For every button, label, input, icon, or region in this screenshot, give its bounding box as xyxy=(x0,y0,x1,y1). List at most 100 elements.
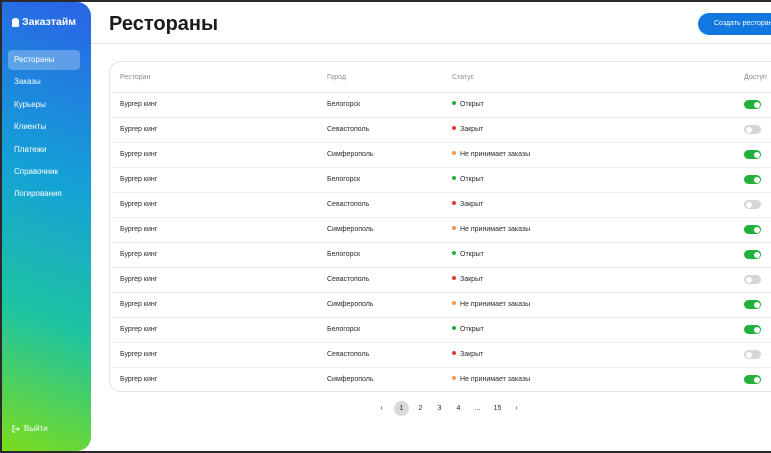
logo: Заказтайм xyxy=(12,15,76,29)
restaurant-name: Бургер кинг xyxy=(120,301,158,308)
sidebar-item-clients[interactable]: Клиенты xyxy=(8,117,80,137)
status-dot xyxy=(452,376,456,381)
restaurant-name: Бургер кинг xyxy=(120,251,158,258)
city-name: Севастополь xyxy=(327,126,370,133)
availability-toggle[interactable] xyxy=(744,100,761,109)
status-label: Закрыт xyxy=(460,126,484,133)
sidebar-nav: Рестораны Заказы Курьеры Клиенты Платежи… xyxy=(8,50,80,207)
sidebar-item-restaurants[interactable]: Рестораны xyxy=(8,50,80,70)
availability-toggle[interactable] xyxy=(744,225,761,234)
sidebar-item-payments[interactable]: Платежи xyxy=(8,140,80,160)
sidebar: Заказтайм Рестораны Заказы Курьеры Клиен… xyxy=(2,2,91,451)
restaurant-name: Бургер кинг xyxy=(120,151,158,158)
table-row[interactable]: Бургер кинг Белогорск Открыт xyxy=(110,242,771,267)
sidebar-item-reference[interactable]: Справочник xyxy=(8,162,80,182)
status-label: Не принимает заказы xyxy=(460,151,531,158)
availability-toggle[interactable] xyxy=(744,300,761,309)
city-name: Белогорск xyxy=(327,326,361,333)
create-restaurant-button[interactable]: Создать ресторан xyxy=(698,13,771,35)
restaurant-name: Бургер кинг xyxy=(120,351,158,358)
availability-toggle[interactable] xyxy=(744,275,761,284)
toggle-knob xyxy=(753,226,760,233)
restaurant-name: Бургер кинг xyxy=(120,201,158,208)
toggle-knob xyxy=(753,151,760,158)
city-name: Белогорск xyxy=(327,251,361,258)
status-cell: Не принимает заказы xyxy=(452,151,530,158)
table-row[interactable]: Бургер кинг Белогорск Открыт xyxy=(110,317,771,342)
status-label: Открыт xyxy=(460,251,484,258)
availability-toggle[interactable] xyxy=(744,125,761,134)
city-name: Симферополь xyxy=(327,151,374,158)
column-header-restaurant: Ресторан xyxy=(120,74,151,81)
status-dot xyxy=(452,126,456,131)
city-name: Белогорск xyxy=(327,101,361,108)
status-dot xyxy=(452,101,456,106)
table-row[interactable]: Бургер кинг Белогорск Открыт xyxy=(110,167,771,192)
table-row[interactable]: Бургер кинг Симферополь Не принимает заказ… xyxy=(110,367,771,391)
table-row[interactable]: Бургер кинг Севастополь Закрыт xyxy=(110,117,771,142)
status-cell: Не принимает заказы xyxy=(452,301,530,308)
table-row[interactable]: Бургер кинг Белогорск Открыт xyxy=(110,92,771,117)
availability-toggle[interactable] xyxy=(744,325,761,334)
status-cell: Закрыт xyxy=(452,201,483,208)
availability-toggle[interactable] xyxy=(744,250,761,259)
status-label: Закрыт xyxy=(460,201,484,208)
status-dot xyxy=(452,201,456,206)
sidebar-item-orders[interactable]: Заказы xyxy=(8,72,80,92)
status-cell: Открыт xyxy=(452,326,484,333)
status-dot xyxy=(452,276,456,281)
sidebar-item-couriers[interactable]: Курьеры xyxy=(8,95,80,115)
table-row[interactable]: Бургер кинг Севастополь Закрыт xyxy=(110,267,771,292)
availability-toggle[interactable] xyxy=(744,175,761,184)
toggle-knob xyxy=(753,101,760,108)
table-row[interactable]: Бургер кинг Симферополь Не принимает заказ… xyxy=(110,217,771,242)
column-header-city: Город xyxy=(327,74,346,81)
column-header-status: Статус xyxy=(452,74,475,81)
page-button[interactable]: 4 xyxy=(451,401,466,416)
status-label: Закрыт xyxy=(460,351,484,358)
page-title: Рестораны xyxy=(109,13,219,35)
status-label: Открыт xyxy=(460,101,484,108)
availability-toggle[interactable] xyxy=(744,375,761,384)
table-row[interactable]: Бургер кинг Севастополь Закрыт xyxy=(110,342,771,367)
toggle-knob xyxy=(753,251,760,258)
restaurant-name: Бургер кинг xyxy=(120,226,158,233)
logout-button[interactable]: Выйти xyxy=(12,424,48,433)
table-row[interactable]: Бургер кинг Севастополь Закрыт xyxy=(110,192,771,217)
status-dot xyxy=(452,226,456,231)
restaurant-name: Бургер кинг xyxy=(120,176,158,183)
status-label: Не принимает заказы xyxy=(460,226,531,233)
status-cell: Закрыт xyxy=(452,351,483,358)
page-button[interactable]: 3 xyxy=(432,401,447,416)
status-dot xyxy=(452,301,456,306)
city-name: Белогорск xyxy=(327,176,361,183)
availability-toggle[interactable] xyxy=(744,350,761,359)
status-label: Открыт xyxy=(460,176,484,183)
toggle-knob xyxy=(745,126,752,133)
status-dot xyxy=(452,351,456,356)
prev-page-button[interactable]: ‹ xyxy=(374,401,389,416)
table-row[interactable]: Бургер кинг Симферополь Не принимает заказ… xyxy=(110,142,771,167)
next-page-button[interactable]: › xyxy=(509,401,524,416)
toggle-knob xyxy=(745,351,752,358)
bag-icon xyxy=(12,17,19,27)
sidebar-item-logs[interactable]: Логирования xyxy=(8,184,80,204)
status-cell: Не принимает заказы xyxy=(452,226,530,233)
status-dot xyxy=(452,251,456,256)
availability-toggle[interactable] xyxy=(744,150,761,159)
status-cell: Открыт xyxy=(452,251,484,258)
city-name: Севастополь xyxy=(327,276,370,283)
restaurant-name: Бургер кинг xyxy=(120,101,158,108)
status-label: Не принимает заказы xyxy=(460,301,531,308)
toggle-knob xyxy=(753,326,760,333)
table-row[interactable]: Бургер кинг Симферополь Не принимает заказ… xyxy=(110,292,771,317)
page-button[interactable]: 2 xyxy=(413,401,428,416)
restaurants-table: Ресторан Город Статус Доступ Бургер кинг… xyxy=(109,61,771,392)
city-name: Севастополь xyxy=(327,201,370,208)
availability-toggle[interactable] xyxy=(744,200,761,209)
city-name: Симферополь xyxy=(327,376,374,383)
toggle-knob xyxy=(745,276,752,283)
page-button[interactable]: 1 xyxy=(394,401,409,416)
table-header: Ресторан Город Статус Доступ xyxy=(110,62,771,92)
page-button[interactable]: 15 xyxy=(490,401,505,416)
